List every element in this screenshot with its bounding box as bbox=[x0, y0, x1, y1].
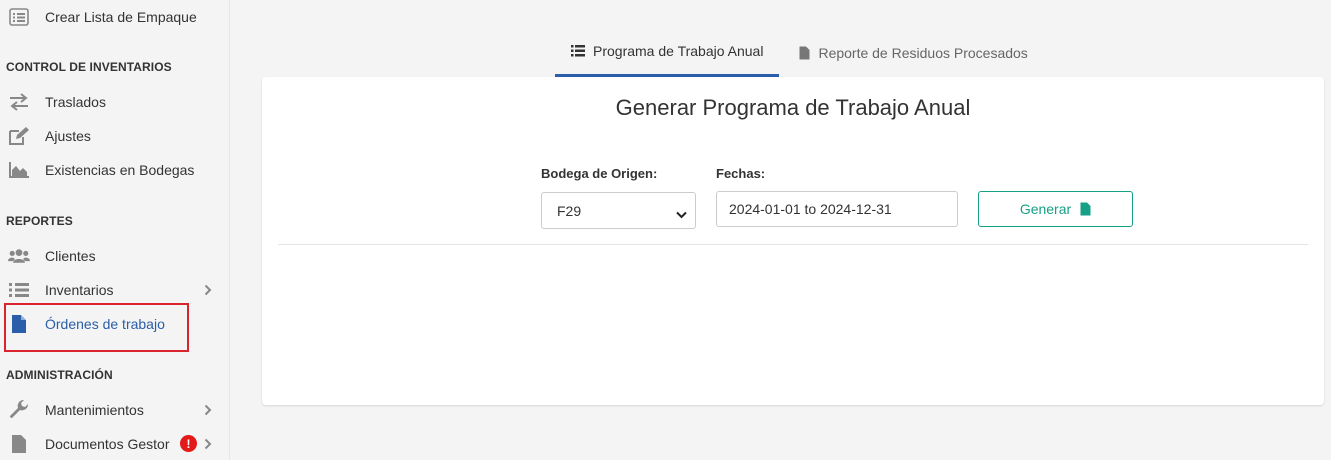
wrench-icon bbox=[8, 399, 30, 421]
tab-programa-trabajo-anual[interactable]: Programa de Trabajo Anual bbox=[555, 28, 780, 77]
sidebar-item-crear-lista-empaque[interactable]: Crear Lista de Empaque bbox=[0, 0, 229, 34]
section-title-administracion: ADMINISTRACIÓN bbox=[6, 368, 113, 382]
tab-label: Reporte de Residuos Procesados bbox=[818, 44, 1028, 61]
sidebar: Crear Lista de Empaque CONTROL DE INVENT… bbox=[0, 0, 230, 460]
sidebar-item-clientes[interactable]: Clientes bbox=[0, 239, 229, 273]
divider bbox=[278, 244, 1308, 245]
file-icon bbox=[8, 433, 30, 455]
fechas-label: Fechas: bbox=[716, 166, 766, 181]
section-title-inventarios: CONTROL DE INVENTARIOS bbox=[6, 60, 172, 74]
users-icon bbox=[8, 245, 30, 267]
section-title-reportes: REPORTES bbox=[6, 214, 73, 228]
list-icon bbox=[8, 279, 30, 301]
sidebar-item-inventarios[interactable]: Inventarios bbox=[0, 273, 229, 307]
sidebar-item-label: Documentos Gestor bbox=[45, 436, 170, 452]
file-icon bbox=[799, 46, 810, 60]
sidebar-item-label: Inventarios bbox=[45, 282, 114, 298]
tab-bar: Programa de Trabajo Anual Reporte de Res… bbox=[555, 28, 1044, 77]
fechas-value: 2024-01-01 to 2024-12-31 bbox=[729, 201, 892, 217]
sidebar-item-documentos-gestor[interactable]: Documentos Gestor ! bbox=[0, 427, 229, 460]
bodega-label: Bodega de Origen: bbox=[541, 166, 658, 181]
generar-label: Generar bbox=[1019, 201, 1072, 217]
sidebar-item-label: Clientes bbox=[45, 248, 96, 264]
highlight-box bbox=[4, 303, 189, 352]
exchange-icon bbox=[8, 91, 30, 113]
area-chart-icon bbox=[8, 159, 30, 181]
sidebar-item-label: Existencias en Bodegas bbox=[45, 162, 195, 178]
sidebar-item-label: Traslados bbox=[45, 94, 106, 110]
alert-badge: ! bbox=[180, 435, 197, 452]
list-alt-icon bbox=[8, 6, 30, 28]
tab-reporte-residuos[interactable]: Reporte de Residuos Procesados bbox=[783, 28, 1043, 77]
sidebar-item-existencias[interactable]: Existencias en Bodegas bbox=[0, 153, 229, 187]
bodega-select[interactable]: F29 bbox=[541, 192, 696, 229]
chevron-right-icon bbox=[204, 437, 214, 451]
chevron-right-icon bbox=[204, 403, 214, 417]
chevron-down-icon bbox=[676, 206, 687, 222]
sidebar-item-ajustes[interactable]: Ajustes bbox=[0, 119, 229, 153]
page-title: Generar Programa de Trabajo Anual bbox=[615, 95, 971, 120]
edit-icon bbox=[8, 125, 30, 147]
generar-button[interactable]: Generar bbox=[978, 191, 1133, 227]
chevron-right-icon bbox=[204, 283, 214, 297]
sidebar-item-traslados[interactable]: Traslados bbox=[0, 85, 229, 119]
file-icon bbox=[1080, 202, 1091, 216]
form-card: Generar Programa de Trabajo Anual Bodega… bbox=[262, 77, 1324, 405]
sidebar-item-label: Mantenimientos bbox=[45, 402, 144, 418]
bodega-selected-value: F29 bbox=[557, 202, 582, 219]
list-icon bbox=[571, 45, 585, 57]
sidebar-item-label: Crear Lista de Empaque bbox=[45, 9, 197, 25]
fechas-input[interactable]: 2024-01-01 to 2024-12-31 bbox=[716, 191, 958, 227]
sidebar-item-label: Ajustes bbox=[45, 128, 91, 144]
tab-label: Programa de Trabajo Anual bbox=[593, 43, 764, 59]
sidebar-item-mantenimientos[interactable]: Mantenimientos bbox=[0, 393, 229, 427]
